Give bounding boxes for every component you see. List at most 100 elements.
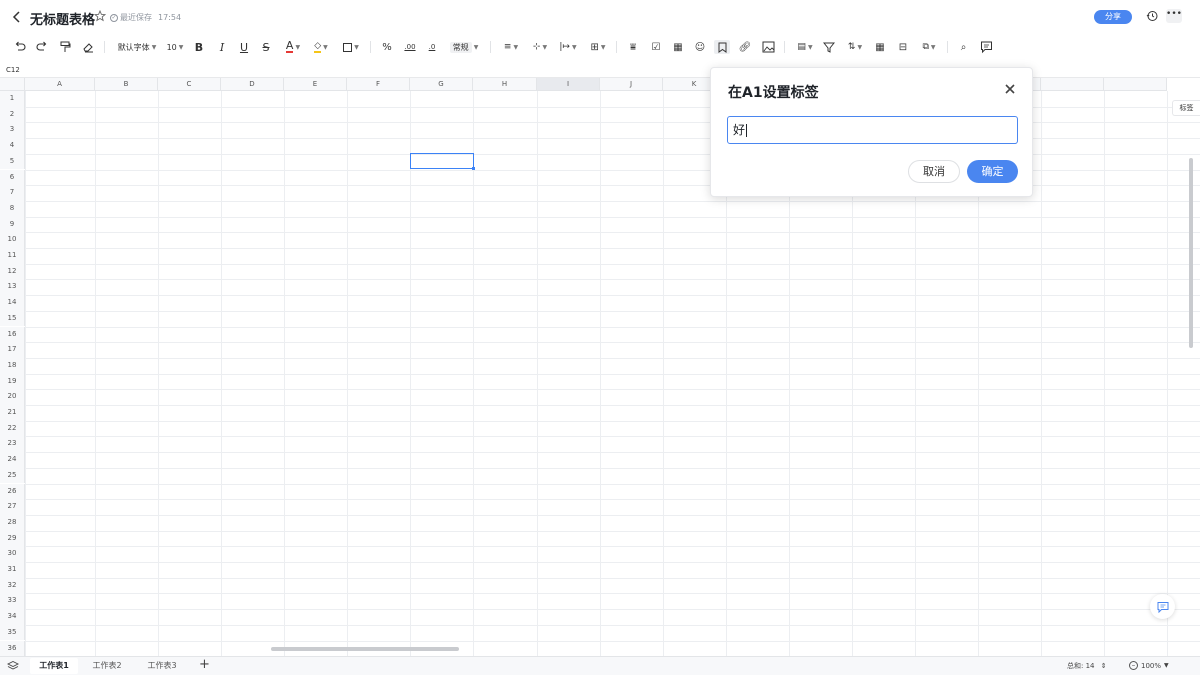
- row-header[interactable]: 20: [0, 389, 25, 405]
- vertical-scrollbar[interactable]: [1189, 158, 1193, 348]
- row-header[interactable]: 8: [0, 200, 25, 217]
- row-header[interactable]: 17: [0, 342, 25, 358]
- percent-icon[interactable]: %: [381, 40, 393, 54]
- fill-color-icon[interactable]: ◇ ▼: [311, 40, 331, 54]
- zoom-control[interactable]: – 100% ▼: [1129, 661, 1169, 670]
- select-all-corner[interactable]: [0, 78, 25, 91]
- find-replace-icon[interactable]: ⌕: [957, 40, 970, 54]
- sort-icon[interactable]: ⇅ ▼: [845, 40, 865, 54]
- decimal-decrease-icon[interactable]: .00: [403, 40, 417, 54]
- selected-cell[interactable]: [410, 153, 475, 170]
- calendar-icon[interactable]: ▦: [672, 40, 684, 54]
- row-header[interactable]: 29: [0, 530, 25, 547]
- row-header[interactable]: 27: [0, 499, 25, 515]
- add-sheet-icon[interactable]: +: [199, 658, 210, 672]
- merge-cells-icon[interactable]: ⊞ ▼: [588, 40, 608, 54]
- row-header[interactable]: 6: [0, 169, 25, 186]
- link-icon[interactable]: 🔗︎: [739, 40, 752, 54]
- row-header[interactable]: 26: [0, 483, 25, 500]
- sheet-tab-1[interactable]: 工作表1: [30, 658, 78, 674]
- row-header[interactable]: 33: [0, 593, 25, 610]
- format-painter-icon[interactable]: [58, 40, 72, 54]
- comment-button[interactable]: [1150, 594, 1175, 619]
- freeze-icon[interactable]: ⩸: [627, 40, 639, 54]
- emoji-icon[interactable]: ☺: [694, 40, 706, 54]
- row-header[interactable]: 13: [0, 279, 25, 296]
- filter-icon[interactable]: [823, 40, 835, 54]
- column-header[interactable]: C: [158, 78, 221, 91]
- eraser-icon[interactable]: [81, 40, 95, 54]
- share-button[interactable]: 分享: [1094, 10, 1132, 24]
- row-header[interactable]: 18: [0, 357, 25, 374]
- checkbox-icon[interactable]: ☑: [650, 40, 662, 54]
- bold-icon[interactable]: B: [193, 40, 205, 54]
- row-header[interactable]: 19: [0, 373, 25, 390]
- row-header[interactable]: 31: [0, 562, 25, 578]
- strikethrough-icon[interactable]: S: [260, 40, 272, 54]
- border-icon[interactable]: ▼: [341, 40, 361, 54]
- column-header[interactable]: G: [410, 78, 473, 91]
- horizontal-scrollbar[interactable]: [271, 647, 459, 651]
- decimal-increase-icon[interactable]: .0: [425, 40, 439, 54]
- bookmark-icon[interactable]: [714, 40, 730, 54]
- row-header[interactable]: 15: [0, 310, 25, 327]
- column-header[interactable]: B: [95, 78, 158, 91]
- sheet-tab-3[interactable]: 工作表3: [139, 658, 185, 674]
- confirm-button[interactable]: 确定: [967, 160, 1018, 183]
- font-size-select[interactable]: 10 ▼: [165, 40, 185, 54]
- document-title[interactable]: 无标题表格: [30, 9, 95, 28]
- layers-icon[interactable]: [7, 660, 19, 672]
- column-header[interactable]: [1104, 78, 1167, 91]
- font-family-select[interactable]: 默认字体 ▼: [116, 40, 158, 54]
- pivot-icon[interactable]: ⊟: [897, 40, 909, 54]
- row-header[interactable]: 22: [0, 420, 25, 437]
- column-header[interactable]: D: [221, 78, 284, 91]
- row-header[interactable]: 23: [0, 436, 25, 453]
- more-icon[interactable]: •••: [1166, 9, 1182, 23]
- row-header[interactable]: 24: [0, 452, 25, 468]
- zoom-out-icon[interactable]: –: [1129, 661, 1138, 670]
- row-header[interactable]: 3: [0, 122, 25, 139]
- cancel-button[interactable]: 取消: [908, 160, 960, 183]
- row-header[interactable]: 2: [0, 106, 25, 123]
- column-header[interactable]: A: [25, 78, 95, 91]
- horizontal-align-icon[interactable]: ≡ ▼: [501, 40, 521, 54]
- tag-input[interactable]: 好: [727, 116, 1018, 144]
- column-header[interactable]: F: [347, 78, 410, 91]
- row-header[interactable]: 36: [0, 640, 25, 657]
- text-wrap-icon[interactable]: |↦ ▼: [557, 40, 579, 54]
- row-header[interactable]: 30: [0, 546, 25, 562]
- chevron-left-icon[interactable]: [10, 9, 24, 25]
- row-header[interactable]: 11: [0, 248, 25, 264]
- sheet-tab-2[interactable]: 工作表2: [84, 658, 130, 674]
- underline-icon[interactable]: U: [238, 40, 250, 54]
- row-header[interactable]: 21: [0, 405, 25, 421]
- row-header[interactable]: 14: [0, 295, 25, 311]
- italic-icon[interactable]: I: [216, 40, 228, 54]
- conditional-format-icon[interactable]: ⧉ ▼: [919, 40, 939, 54]
- column-header[interactable]: I: [537, 78, 600, 91]
- insert-chart-icon[interactable]: ▤ ▼: [795, 40, 815, 54]
- undo-icon[interactable]: [13, 40, 27, 54]
- row-header[interactable]: 1: [0, 91, 25, 107]
- column-header[interactable]: J: [600, 78, 663, 91]
- history-icon[interactable]: [1146, 10, 1158, 22]
- table-icon[interactable]: ▦: [874, 40, 886, 54]
- number-format-select[interactable]: 常规 ▼: [447, 40, 481, 54]
- row-header[interactable]: 34: [0, 609, 25, 625]
- tag-panel-tab[interactable]: 标签: [1172, 100, 1200, 116]
- row-header[interactable]: 12: [0, 263, 25, 280]
- row-header[interactable]: 7: [0, 185, 25, 201]
- row-header[interactable]: 16: [0, 326, 25, 343]
- row-header[interactable]: 5: [0, 153, 25, 170]
- sum-status[interactable]: 总和: 14 ⇕: [1067, 661, 1107, 671]
- vertical-align-icon[interactable]: ⊹ ▼: [530, 40, 550, 54]
- column-header[interactable]: H: [473, 78, 537, 91]
- row-header[interactable]: 32: [0, 577, 25, 594]
- text-color-icon[interactable]: A ▼: [283, 40, 303, 54]
- row-header[interactable]: 35: [0, 624, 25, 641]
- row-header[interactable]: 10: [0, 232, 25, 248]
- row-header[interactable]: 28: [0, 514, 25, 531]
- redo-icon[interactable]: [35, 40, 49, 54]
- row-header[interactable]: 4: [0, 138, 25, 154]
